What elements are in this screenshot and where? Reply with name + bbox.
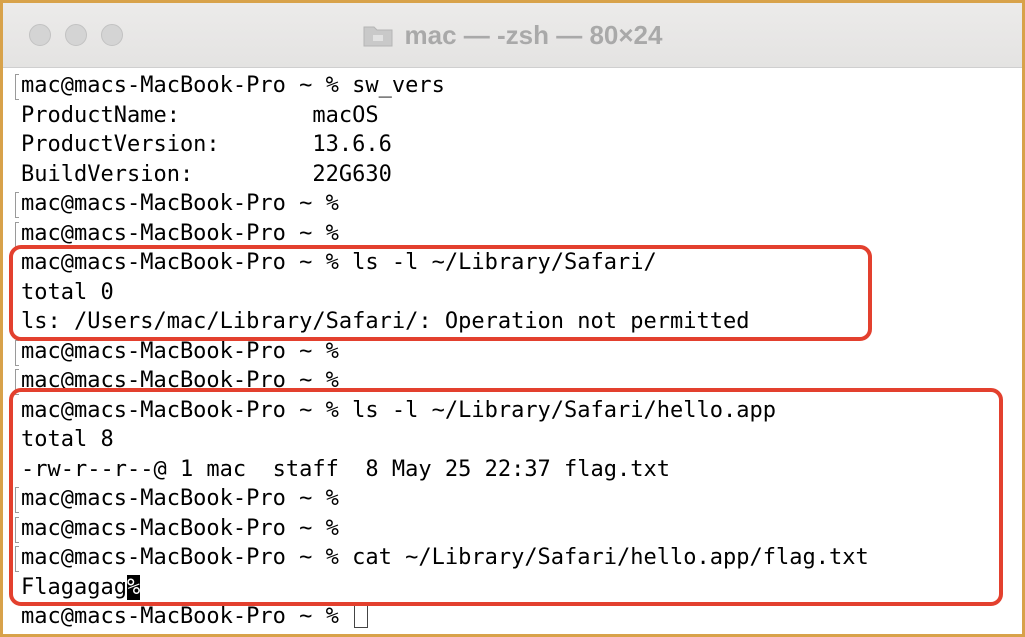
folder-icon [363, 23, 393, 47]
terminal-line-text: mac@macs-MacBook-Pro ~ % sw_vers [21, 73, 445, 98]
terminal-line-text: ProductVersion: 13.6.6 [21, 132, 392, 157]
terminal-line-text: mac@macs-MacBook-Pro ~ % [21, 220, 339, 246]
terminal-line-text: mac@macs-MacBook-Pro ~ % [21, 338, 339, 364]
terminal-line: BuildVersion: 22G630 [21, 160, 1022, 190]
terminal-line: mac@macs-MacBook-Pro ~ % sw_vers [15, 71, 1022, 101]
terminal-line: mac@macs-MacBook-Pro ~ % [15, 219, 1022, 249]
terminal-line-text: mac@macs-MacBook-Pro ~ % [21, 191, 339, 216]
terminal-line: ProductName: macOS [21, 101, 1022, 131]
terminal-line: ProductVersion: 13.6.6 [21, 130, 1022, 160]
terminal-line: mac@macs-MacBook-Pro ~ % [15, 189, 1022, 219]
window-title-group: mac — -zsh — 80×24 [3, 3, 1022, 67]
terminal-line-text: BuildVersion: 22G630 [21, 161, 392, 187]
terminal-line-text: mac@macs-MacBook-Pro ~ % [21, 604, 353, 629]
terminal-line-text: ProductName: macOS [21, 102, 379, 128]
window-title: mac — -zsh — 80×24 [404, 19, 663, 50]
title-bar[interactable]: mac — -zsh — 80×24 [3, 3, 1022, 68]
terminal-line: mac@macs-MacBook-Pro ~ % [21, 602, 1022, 632]
terminal-window: mac — -zsh — 80×24 mac@macs-MacBook-Pro … [0, 0, 1025, 637]
highlight-box-2 [9, 388, 1003, 606]
highlight-box-1 [9, 245, 872, 341]
